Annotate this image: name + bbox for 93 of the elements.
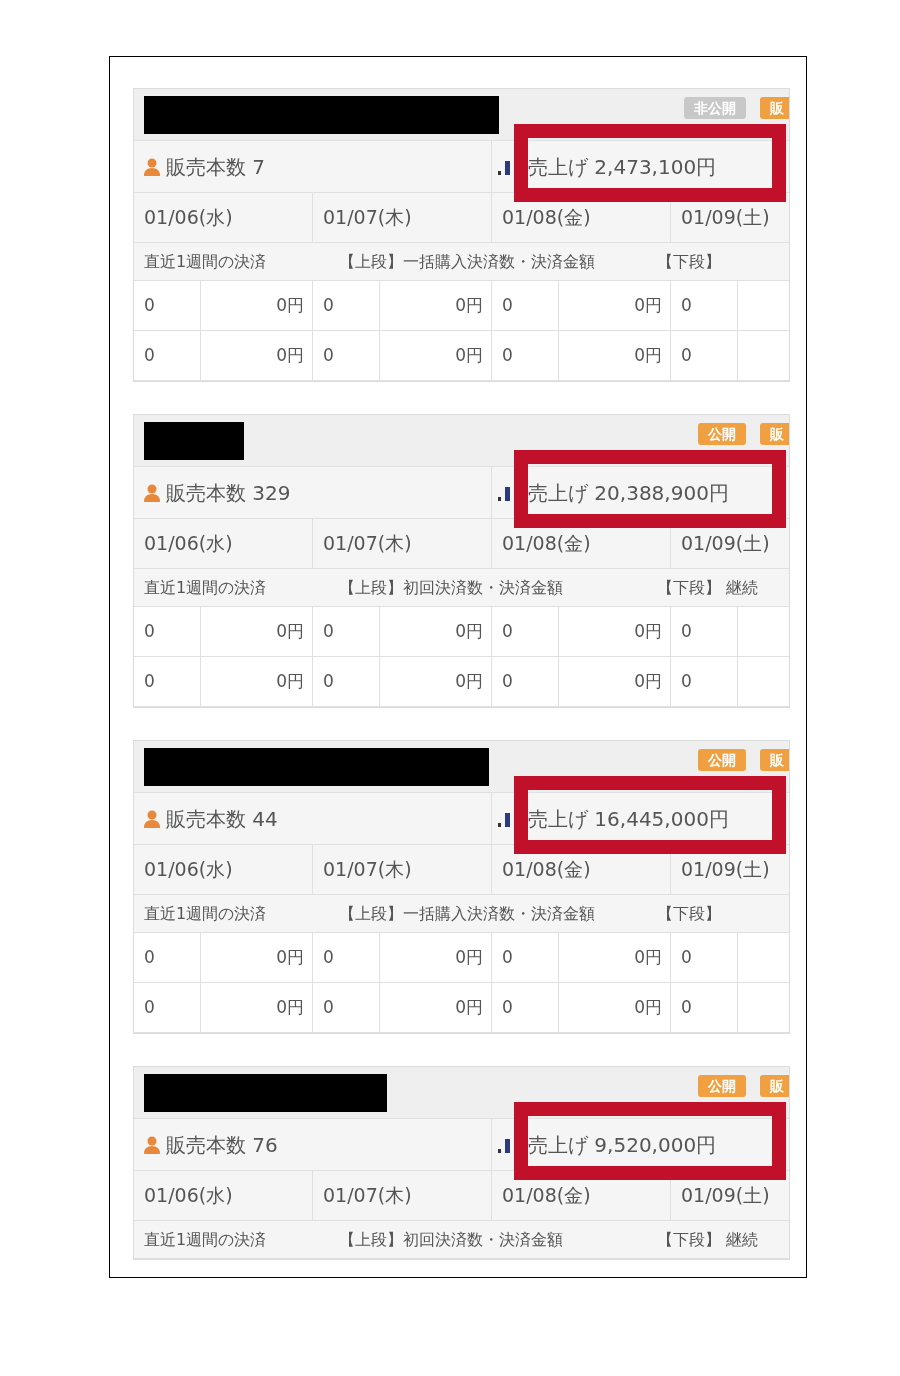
revenue: 売上げ 2,473,100円 <box>528 153 717 181</box>
table-cell-text: 0円 <box>276 293 304 317</box>
status-badge: 販 <box>760 749 789 771</box>
date-header: 01/08(金) <box>502 1183 591 1209</box>
table-cell-text: 0 <box>323 995 334 1019</box>
table-cell-text: 0 <box>681 343 692 367</box>
table-cell-text: 0 <box>502 669 513 693</box>
info-upper: 【上段】初回決済数・決済金額 <box>339 576 564 599</box>
chart-icon <box>498 158 512 175</box>
table-cell-text: 0円 <box>455 945 483 969</box>
table-cell-text: 0 <box>502 343 513 367</box>
table-cell-text: 0 <box>323 293 334 317</box>
table-cell-text: 0円 <box>634 669 662 693</box>
table-cell-text: 0 <box>144 945 155 969</box>
table-cell-text: 0円 <box>634 619 662 643</box>
table-cell-text: 0 <box>144 343 155 367</box>
date-header: 01/08(金) <box>502 205 591 231</box>
chart-icon <box>498 484 512 501</box>
table-cell-text: 0 <box>681 619 692 643</box>
table-cell-text: 0円 <box>455 293 483 317</box>
date-header: 01/06(水) <box>144 1183 233 1209</box>
table-cell-text: 0 <box>144 619 155 643</box>
status-badge: 公開 <box>698 749 746 771</box>
table-cell-text: 0 <box>502 293 513 317</box>
person-icon <box>144 1135 160 1154</box>
info-lower: 【下段】 継続 <box>657 1228 759 1251</box>
date-header: 01/07(木) <box>323 857 412 883</box>
sales-count: 販売本数 329 <box>166 479 291 507</box>
table-cell-text: 0円 <box>455 619 483 643</box>
table-cell-text: 0 <box>323 945 334 969</box>
table-cell-text: 0 <box>323 343 334 367</box>
date-header: 01/07(木) <box>323 531 412 557</box>
person-icon <box>144 157 160 176</box>
revenue: 売上げ 20,388,900円 <box>528 479 729 507</box>
date-header: 01/09(土) <box>681 857 770 883</box>
table-cell-text: 0 <box>502 995 513 1019</box>
table-cell-text: 0 <box>144 669 155 693</box>
table-cell-text: 0 <box>502 945 513 969</box>
sales-count: 販売本数 7 <box>166 153 266 181</box>
date-header: 01/08(金) <box>502 857 591 883</box>
table-cell-text: 0円 <box>276 619 304 643</box>
date-header: 01/08(金) <box>502 531 591 557</box>
info-lower: 【下段】 継続 <box>657 576 759 599</box>
status-badge: 販 <box>760 423 789 445</box>
table-cell-text: 0 <box>144 995 155 1019</box>
info-lower: 【下段】 <box>657 902 721 925</box>
table-cell-text: 0 <box>681 669 692 693</box>
info-upper: 【上段】一括購入決済数・決済金額 <box>339 250 596 273</box>
table-cell-text: 0円 <box>634 343 662 367</box>
date-header: 01/09(土) <box>681 1183 770 1209</box>
status-badge: 販 <box>760 1075 789 1097</box>
table-cell-text: 0 <box>681 945 692 969</box>
revenue: 売上げ 9,520,000円 <box>528 1131 717 1159</box>
status-badge: 公開 <box>698 423 746 445</box>
status-badge: 公開 <box>698 1075 746 1097</box>
sales-count: 販売本数 44 <box>166 805 278 833</box>
info-upper: 【上段】初回決済数・決済金額 <box>339 1228 564 1251</box>
chart-icon <box>498 810 512 827</box>
table-cell-text: 0円 <box>634 995 662 1019</box>
table-cell-text: 0円 <box>276 945 304 969</box>
info-label: 直近1週間の決済 <box>144 576 268 599</box>
table-cell-text: 0 <box>144 293 155 317</box>
table-cell-text: 0 <box>323 619 334 643</box>
table-cell-text: 0円 <box>634 945 662 969</box>
table-cell-text: 0円 <box>276 669 304 693</box>
date-header: 01/06(水) <box>144 205 233 231</box>
sales-count: 販売本数 76 <box>166 1131 278 1159</box>
date-header: 01/07(木) <box>323 1183 412 1209</box>
info-upper: 【上段】一括購入決済数・決済金額 <box>339 902 596 925</box>
table-cell-text: 0 <box>323 669 334 693</box>
table-cell-text: 0 <box>502 619 513 643</box>
person-icon <box>144 809 160 828</box>
info-label: 直近1週間の決済 <box>144 250 268 273</box>
table-cell-text: 0円 <box>455 669 483 693</box>
table-cell-text: 0円 <box>455 343 483 367</box>
info-lower: 【下段】 <box>657 250 721 273</box>
status-badge: 販 <box>760 97 789 119</box>
table-cell-text: 0円 <box>634 293 662 317</box>
date-header: 01/09(土) <box>681 531 770 557</box>
chart-icon <box>498 1136 512 1153</box>
table-cell-text: 0 <box>681 995 692 1019</box>
table-cell-text: 0円 <box>455 995 483 1019</box>
date-header: 01/06(水) <box>144 857 233 883</box>
table-cell-text: 0 <box>681 293 692 317</box>
date-header: 01/07(木) <box>323 205 412 231</box>
table-cell-text: 0円 <box>276 995 304 1019</box>
info-label: 直近1週間の決済 <box>144 1228 268 1251</box>
table-cell-text: 0円 <box>276 343 304 367</box>
revenue: 売上げ 16,445,000円 <box>528 805 729 833</box>
date-header: 01/09(土) <box>681 205 770 231</box>
date-header: 01/06(水) <box>144 531 233 557</box>
person-icon <box>144 483 160 502</box>
info-label: 直近1週間の決済 <box>144 902 268 925</box>
